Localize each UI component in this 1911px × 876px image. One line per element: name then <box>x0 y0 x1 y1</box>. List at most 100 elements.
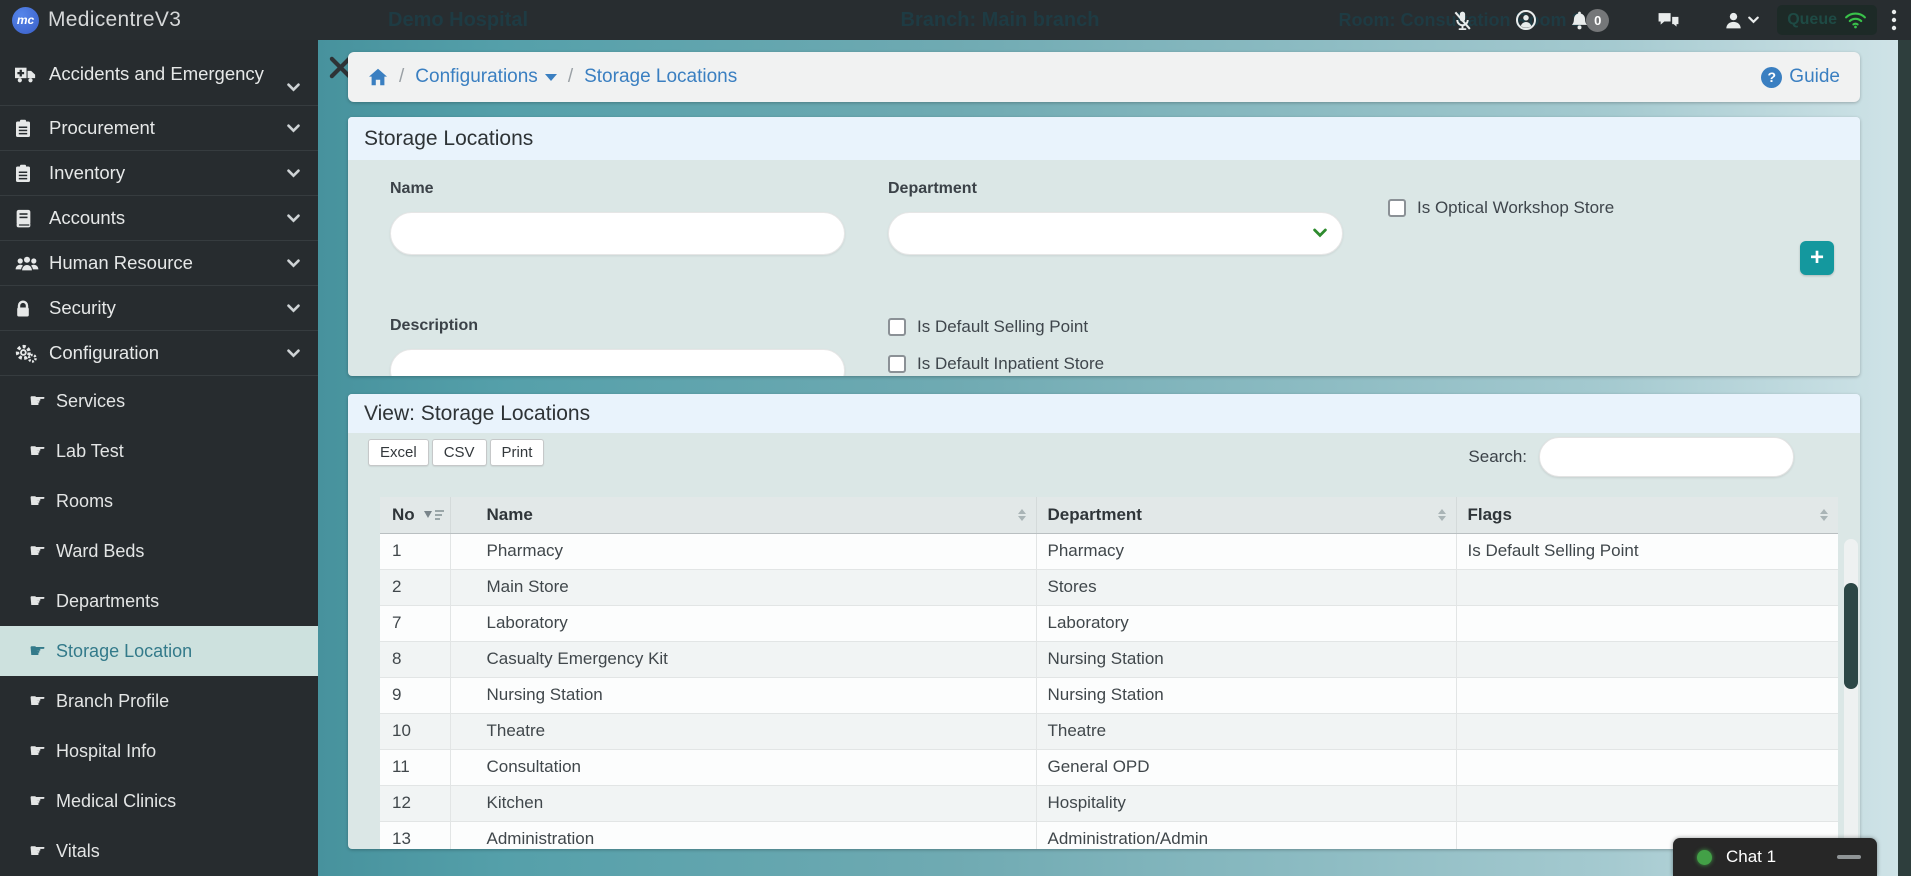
column-header-name[interactable]: Name <box>450 497 1036 533</box>
hospital-name: Demo Hospital <box>388 0 528 40</box>
hand-pointer-icon: ☛ <box>29 590 46 612</box>
sidebar-subitem-label: Branch Profile <box>56 691 169 712</box>
sidebar-item-inventory[interactable]: Inventory <box>0 151 318 196</box>
table-row[interactable]: 11 Consultation General OPD <box>380 749 1838 785</box>
chevron-down-icon <box>287 124 300 133</box>
sidebar-item-lab-test[interactable]: ☛ Lab Test <box>0 426 318 476</box>
search-input[interactable] <box>1539 437 1794 477</box>
hand-pointer-icon: ☛ <box>29 690 46 712</box>
hand-pointer-icon: ☛ <box>29 790 46 812</box>
sidebar-item-vitals[interactable]: ☛ Vitals <box>0 826 318 876</box>
view-body: Excel CSV Print Search: No <box>348 433 1860 849</box>
home-icon[interactable] <box>368 68 388 86</box>
sidebar-subitem-label: Hospital Info <box>56 741 156 762</box>
csv-export-button[interactable]: CSV <box>432 439 487 466</box>
page-scrollbar[interactable] <box>1898 40 1911 876</box>
table-row[interactable]: 9 Nursing Station Nursing Station <box>380 677 1838 713</box>
microphone-slash-icon[interactable] <box>1452 10 1473 31</box>
chevron-down-icon <box>287 349 300 358</box>
default-inpatient-store-checkbox-row[interactable]: Is Default Inpatient Store <box>888 354 1104 374</box>
sidebar-item-medical-clinics[interactable]: ☛ Medical Clinics <box>0 776 318 826</box>
name-label: Name <box>390 180 434 198</box>
chat-widget[interactable]: Chat 1 <box>1673 838 1877 876</box>
sidebar-item-hospital-info[interactable]: ☛ Hospital Info <box>0 726 318 776</box>
sidebar-subitem-label: Lab Test <box>56 441 124 462</box>
sidebar-item-branch-profile[interactable]: ☛ Branch Profile <box>0 676 318 726</box>
sidebar-subitem-label: Departments <box>56 591 159 612</box>
sidebar-item-ward-beds[interactable]: ☛ Ward Beds <box>0 526 318 576</box>
app-title: MedicentreV3 <box>48 8 181 32</box>
column-header-flags[interactable]: Flags <box>1456 497 1838 533</box>
wifi-icon <box>1844 11 1867 29</box>
breadcrumb-configurations[interactable]: Configurations <box>415 66 557 88</box>
hand-pointer-icon: ☛ <box>29 640 46 662</box>
sidebar-subitem-label: Services <box>56 391 125 412</box>
online-status-icon <box>1697 850 1712 865</box>
sort-icon <box>1438 509 1446 521</box>
sidebar-item-security[interactable]: Security <box>0 286 318 331</box>
checkbox[interactable] <box>888 355 906 373</box>
sidebar-item-label: Accidents and Emergency <box>49 63 264 85</box>
excel-export-button[interactable]: Excel <box>368 439 429 466</box>
minimize-icon[interactable] <box>1837 855 1861 859</box>
topbar-icons: 0 Queue <box>1452 0 1911 40</box>
default-selling-point-checkbox-row[interactable]: Is Default Selling Point <box>888 317 1088 337</box>
breadcrumb-separator: / <box>568 66 573 88</box>
chevron-down-icon <box>287 259 300 268</box>
sidebar-item-accidents-and-emergency[interactable]: Accidents and Emergency <box>0 44 318 106</box>
table-row[interactable]: 7 Laboratory Laboratory <box>380 605 1838 641</box>
sidebar-item-rooms[interactable]: ☛ Rooms <box>0 476 318 526</box>
view-storage-locations-panel: View: Storage Locations Excel CSV Print … <box>348 394 1860 849</box>
sidebar-subitem-label: Storage Location <box>56 641 192 662</box>
department-select[interactable] <box>888 212 1343 255</box>
sidebar-item-configuration[interactable]: Configuration <box>0 331 318 376</box>
sidebar-item-human-resource[interactable]: Human Resource <box>0 241 318 286</box>
table-row[interactable]: 10 Theatre Theatre <box>380 713 1838 749</box>
search: Search: <box>1468 437 1794 477</box>
sidebar-item-accounts[interactable]: Accounts <box>0 196 318 241</box>
storage-locations-form-panel: Storage Locations Name Department Is Opt… <box>348 117 1860 376</box>
optical-workshop-checkbox-row[interactable]: Is Optical Workshop Store <box>1388 198 1614 218</box>
form-panel-title: Storage Locations <box>348 117 1860 160</box>
sidebar: Accidents and Emergency Procurement Inve… <box>0 40 318 876</box>
add-storage-location-button[interactable]: + <box>1800 241 1834 275</box>
table-row[interactable]: 2 Main Store Stores <box>380 569 1838 605</box>
table-scrollbar-thumb[interactable] <box>1844 583 1858 689</box>
notification-count-badge[interactable]: 0 <box>1586 9 1609 32</box>
table-row[interactable]: 8 Casualty Emergency Kit Nursing Station <box>380 641 1838 677</box>
breadcrumb-storage-locations[interactable]: Storage Locations <box>584 66 737 88</box>
checkbox-label: Is Default Selling Point <box>917 317 1088 337</box>
hand-pointer-icon: ☛ <box>29 440 46 462</box>
sidebar-item-label: Inventory <box>49 162 125 184</box>
user-menu-icon[interactable] <box>1724 11 1759 30</box>
name-input[interactable] <box>390 212 845 255</box>
table-row[interactable]: 1 Pharmacy Pharmacy Is Default Selling P… <box>380 533 1838 569</box>
sidebar-item-services[interactable]: ☛ Services <box>0 376 318 426</box>
more-options-icon[interactable] <box>1891 9 1897 31</box>
sidebar-item-departments[interactable]: ☛ Departments <box>0 576 318 626</box>
export-buttons: Excel CSV Print <box>368 439 544 466</box>
chevron-down-icon <box>287 214 300 223</box>
column-header-department[interactable]: Department <box>1036 497 1456 533</box>
print-export-button[interactable]: Print <box>490 439 545 466</box>
table-row[interactable]: 13 Administration Administration/Admin <box>380 821 1838 849</box>
ledger-book-icon <box>15 209 41 228</box>
description-input[interactable] <box>390 349 845 376</box>
checkbox[interactable] <box>888 318 906 336</box>
sidebar-item-procurement[interactable]: Procurement <box>0 106 318 151</box>
chat-label: Chat 1 <box>1726 847 1776 867</box>
column-header-no[interactable]: No <box>380 497 450 533</box>
support-icon[interactable] <box>1515 9 1537 31</box>
sidebar-item-label: Procurement <box>49 117 155 139</box>
gears-icon <box>15 344 41 363</box>
table-scrollbar[interactable] <box>1844 539 1858 849</box>
guide-link[interactable]: ? Guide <box>1761 66 1840 88</box>
queue-button[interactable]: Queue <box>1777 5 1877 35</box>
chat-bubbles-icon[interactable] <box>1657 11 1680 30</box>
table-row[interactable]: 12 Kitchen Hospitality <box>380 785 1838 821</box>
sidebar-item-storage-location[interactable]: ☛ Storage Location <box>0 626 318 676</box>
checkbox[interactable] <box>1388 199 1406 217</box>
ambulance-icon <box>15 66 41 83</box>
lock-icon <box>15 299 41 318</box>
chevron-down-icon <box>15 83 300 92</box>
